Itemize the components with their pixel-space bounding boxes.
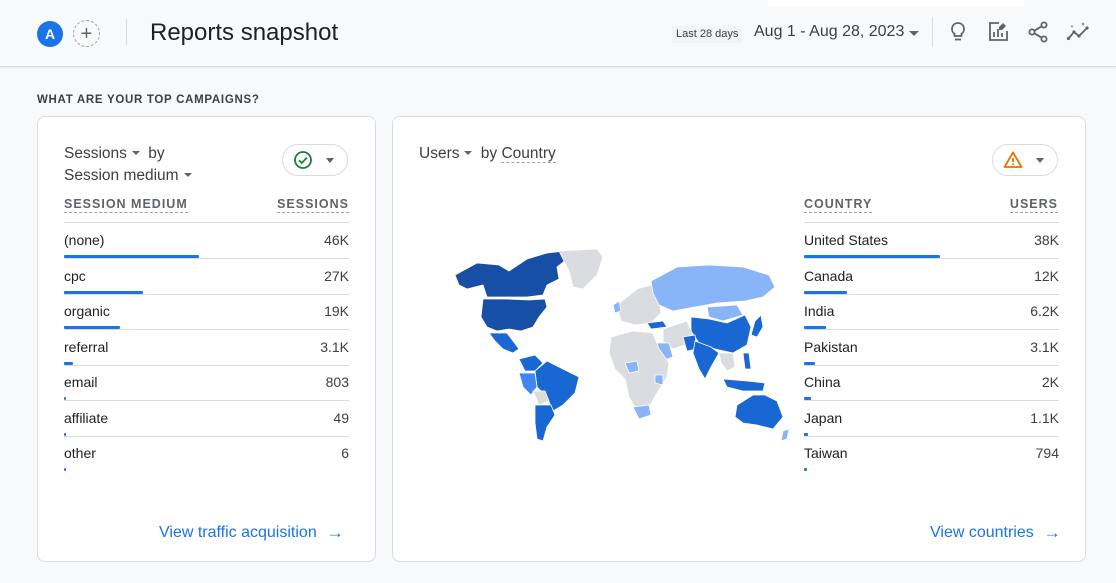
insights-icon[interactable] [1066, 20, 1090, 44]
column-header-country[interactable]: COUNTRY [804, 197, 873, 213]
metric-label: Sessions [64, 145, 127, 162]
row-divider [804, 400, 1059, 401]
date-range-picker[interactable]: Aug 1 - Aug 28, 2023 [754, 23, 904, 41]
metric-label: Users [419, 145, 460, 162]
map-country-indonesia[interactable] [722, 378, 766, 392]
row-value: 12K [1034, 267, 1059, 284]
row-value: 27K [324, 267, 349, 284]
header-divider [64, 222, 349, 223]
map-country-canada[interactable] [454, 250, 568, 298]
row-divider [804, 329, 1059, 330]
top-bar: A + Reports snapshot Last 28 days Aug 1 … [0, 0, 1116, 67]
header-divider [804, 222, 1059, 223]
row-value: 19K [324, 303, 349, 319]
row-value: 38K [1034, 232, 1059, 248]
caret-down-icon [1036, 158, 1044, 163]
map-country-southeast-asia[interactable] [718, 352, 736, 372]
column-header-users[interactable]: USERS [1009, 197, 1058, 213]
caret-down-icon [326, 158, 334, 163]
date-range-chip[interactable]: Last 28 days [672, 26, 743, 43]
arrow-right-icon: → [326, 523, 344, 542]
row-divider [804, 258, 1059, 259]
dimension-label[interactable]: Country [501, 145, 556, 163]
row-divider [804, 364, 1059, 366]
lightbulb-icon[interactable] [946, 20, 970, 44]
map-country-south-africa[interactable] [632, 404, 652, 420]
page-title: Reports snapshot [150, 19, 339, 46]
caret-down-icon [464, 150, 473, 155]
map-country-argentina[interactable] [534, 404, 556, 442]
chevron-down-icon[interactable] [909, 31, 919, 36]
arrow-right-icon: → [1043, 523, 1061, 542]
divider [932, 17, 933, 47]
row-divider [64, 364, 349, 366]
check-circle-icon [294, 151, 312, 169]
row-value: 6.2K [1030, 303, 1059, 319]
metric-selector-line: Sessions by [64, 145, 165, 163]
map-country-kenya[interactable] [654, 374, 664, 386]
top-campaigns-card: Sessions by Session medium SESSION MEDIU… [37, 116, 376, 562]
by-label: by [480, 145, 498, 162]
map-country-new-zealand[interactable] [780, 428, 790, 442]
map-country-philippines[interactable] [742, 352, 752, 370]
map-country-australia[interactable] [734, 394, 784, 430]
caret-down-icon [183, 172, 192, 177]
share-icon[interactable] [1026, 20, 1050, 44]
edit-report-icon[interactable] [986, 20, 1010, 44]
world-map[interactable] [447, 245, 792, 445]
row-share-bar [64, 468, 66, 471]
map-country-russia[interactable] [650, 264, 776, 312]
row-divider [64, 400, 349, 401]
row-value: 2K [1041, 374, 1059, 390]
row-value: 1.1K [1030, 409, 1059, 426]
map-country-greenland[interactable] [558, 248, 604, 290]
row-value: 46K [324, 232, 349, 248]
by-label: by [148, 145, 165, 162]
row-divider [64, 293, 349, 295]
row-value: 794 [1035, 445, 1059, 461]
metric-selector-line: Users by Country [419, 145, 556, 163]
row-value: 803 [325, 374, 349, 390]
row-divider [64, 329, 349, 330]
avatar-letter: A [44, 26, 56, 42]
dimension-label: Session medium [64, 167, 179, 184]
row-divider [804, 435, 1059, 437]
column-header-session-medium[interactable]: SESSION MEDIUM [64, 197, 188, 213]
metric-dropdown[interactable]: Sessions [64, 145, 144, 162]
add-comparison-button[interactable]: + [73, 20, 100, 47]
dimension-dropdown[interactable]: Session medium [64, 167, 196, 185]
divider [126, 19, 127, 45]
row-divider [64, 258, 349, 259]
row-value: 49 [333, 409, 349, 426]
plus-icon: + [80, 22, 93, 45]
row-divider [804, 293, 1059, 295]
map-country-united-states[interactable] [480, 298, 548, 332]
row-value: 6 [341, 445, 349, 461]
map-country-japan[interactable] [750, 314, 764, 338]
view-traffic-acquisition-link[interactable]: View traffic acquisition → [159, 523, 344, 543]
view-countries-link[interactable]: View countries → [930, 523, 1061, 543]
row-value: 3.1K [1030, 338, 1059, 355]
row-value: 3.1K [320, 338, 349, 355]
caret-down-icon [131, 150, 140, 155]
map-country-mexico[interactable] [488, 332, 520, 354]
section-title: WHAT ARE YOUR TOP CAMPAIGNS? [37, 94, 260, 106]
warning-icon [1003, 151, 1023, 168]
column-header-sessions[interactable]: SESSIONS [277, 197, 349, 213]
data-quality-button[interactable] [282, 144, 348, 176]
link-label: View traffic acquisition [159, 524, 317, 541]
metric-dropdown[interactable]: Users [419, 145, 476, 162]
row-divider [64, 435, 349, 437]
link-label: View countries [930, 524, 1034, 541]
row-share-bar [804, 468, 807, 471]
data-quality-button[interactable] [992, 144, 1058, 176]
top-overlay-strip [768, 0, 1024, 7]
avatar[interactable]: A [37, 21, 63, 47]
